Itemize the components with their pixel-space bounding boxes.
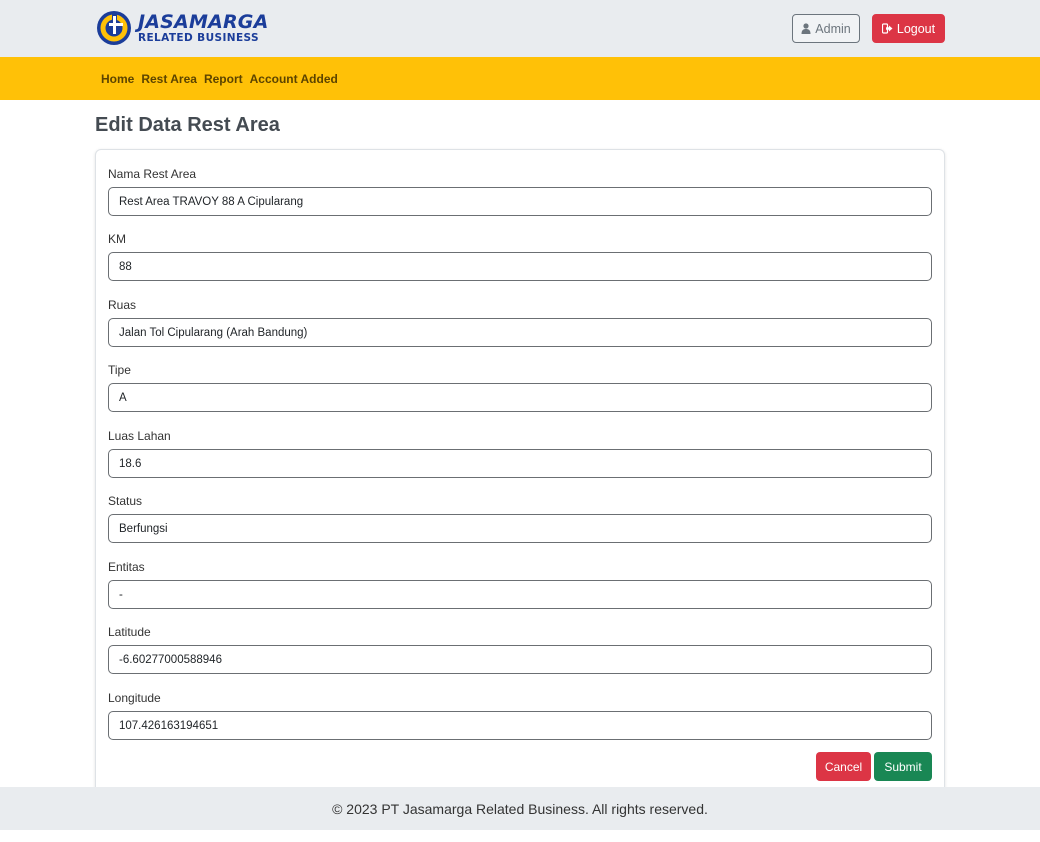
- luas-lahan-label: Luas Lahan: [108, 429, 171, 443]
- longitude-label: Longitude: [108, 691, 161, 705]
- brand-sub-text: RELATED BUSINESS: [138, 31, 259, 44]
- page-footer: © 2023 PT Jasamarga Related Business. Al…: [0, 787, 1040, 830]
- nav-links: Home Rest Area Report Account Added: [101, 57, 338, 100]
- logout-button[interactable]: Logout: [872, 14, 945, 43]
- luas-lahan-input[interactable]: [108, 449, 932, 478]
- ruas-label: Ruas: [108, 298, 137, 312]
- km-input[interactable]: [108, 252, 932, 281]
- user-icon: [801, 23, 811, 34]
- latitude-label: Latitude: [108, 625, 151, 639]
- nav-item-rest-area[interactable]: Rest Area: [141, 72, 197, 86]
- status-label: Status: [108, 494, 143, 508]
- logout-label: Logout: [896, 21, 936, 36]
- field-group-entitas: Entitas: [108, 558, 932, 609]
- edit-form-card: Nama Rest Area KM Ruas Tipe Luas Lahan S…: [95, 149, 945, 809]
- brand-main-text: JASAMARGA: [138, 10, 269, 33]
- jasamarga-logo-icon: [97, 11, 131, 45]
- longitude-input[interactable]: [108, 711, 932, 740]
- status-input[interactable]: [108, 514, 932, 543]
- field-group-tipe: Tipe: [108, 361, 932, 412]
- admin-label: Admin: [815, 21, 851, 36]
- footer-copyright: © 2023 PT Jasamarga Related Business. Al…: [332, 800, 708, 817]
- field-group-longitude: Longitude: [108, 689, 932, 740]
- field-group-nama-rest-area: Nama Rest Area: [108, 165, 932, 216]
- top-header: JASAMARGA RELATED BUSINESS Admin Logout: [0, 0, 1040, 57]
- tipe-label: Tipe: [108, 363, 131, 377]
- field-group-km: KM: [108, 230, 932, 281]
- entitas-label: Entitas: [108, 560, 145, 574]
- admin-button[interactable]: Admin: [792, 14, 860, 43]
- field-group-ruas: Ruas: [108, 296, 932, 347]
- ruas-input[interactable]: [108, 318, 932, 347]
- km-label: KM: [108, 232, 126, 246]
- tipe-input[interactable]: [108, 383, 932, 412]
- field-group-status: Status: [108, 492, 932, 543]
- latitude-input[interactable]: [108, 645, 932, 674]
- page-title: Edit Data Rest Area: [95, 114, 280, 136]
- nav-item-home[interactable]: Home: [101, 72, 134, 86]
- brand-logo[interactable]: JASAMARGA RELATED BUSINESS: [96, 10, 269, 46]
- field-group-luas-lahan: Luas Lahan: [108, 427, 932, 478]
- submit-button[interactable]: Submit: [874, 752, 932, 781]
- cancel-button[interactable]: Cancel: [816, 752, 871, 781]
- nav-item-report[interactable]: Report: [204, 72, 243, 86]
- main-navbar: Home Rest Area Report Account Added: [0, 57, 1040, 100]
- entitas-input[interactable]: [108, 580, 932, 609]
- nama-rest-area-label: Nama Rest Area: [108, 167, 197, 181]
- brand-text: JASAMARGA RELATED BUSINESS: [138, 10, 269, 44]
- field-group-latitude: Latitude: [108, 623, 932, 674]
- nama-rest-area-input[interactable]: [108, 187, 932, 216]
- sign-out-icon: [881, 23, 893, 34]
- nav-item-account-added[interactable]: Account Added: [250, 72, 338, 86]
